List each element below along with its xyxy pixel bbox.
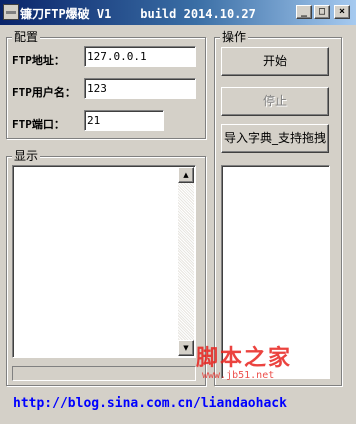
ftp-port-label: FTP端口： xyxy=(12,118,65,131)
ftp-username-label: FTP用户名： xyxy=(12,86,76,99)
actions-group-title: 操作 xyxy=(220,29,249,45)
config-group-title: 配置 xyxy=(12,29,41,45)
scroll-down-icon[interactable]: ▼ xyxy=(178,340,194,356)
import-dictionary-button[interactable]: 导入字典_支持拖拽 xyxy=(221,124,329,153)
stop-button[interactable]: 停止 xyxy=(221,87,329,116)
ftp-address-input[interactable]: 127.0.0.1 xyxy=(84,46,196,67)
watermark-logo: 脚本之家 xyxy=(196,345,293,371)
ftp-port-input[interactable]: 21 xyxy=(84,110,164,131)
title-bar[interactable]: 镰刀FTP爆破 V1 build 2014.10.27 _ □ × xyxy=(0,0,356,25)
blog-link[interactable]: http://blog.sina.com.cn/liandaohack xyxy=(13,396,287,411)
maximize-button[interactable]: □ xyxy=(314,5,330,19)
ftp-username-input[interactable]: 123 xyxy=(84,78,196,99)
display-group-title: 显示 xyxy=(12,148,41,164)
watermark-url: www.jb51.net xyxy=(202,370,275,381)
app-icon xyxy=(3,4,19,20)
close-button[interactable]: × xyxy=(334,5,350,19)
scroll-up-icon[interactable]: ▲ xyxy=(178,167,194,183)
minimize-button[interactable]: _ xyxy=(296,5,312,19)
log-textarea[interactable]: ▲ ▼ xyxy=(12,165,196,358)
ftp-address-label: FTP地址： xyxy=(12,54,65,67)
window-title: 镰刀FTP爆破 V1 build 2014.10.27 xyxy=(20,7,256,21)
start-button[interactable]: 开始 xyxy=(221,47,329,76)
progress-bar xyxy=(12,366,196,381)
log-scrollbar[interactable]: ▲ ▼ xyxy=(178,167,194,356)
